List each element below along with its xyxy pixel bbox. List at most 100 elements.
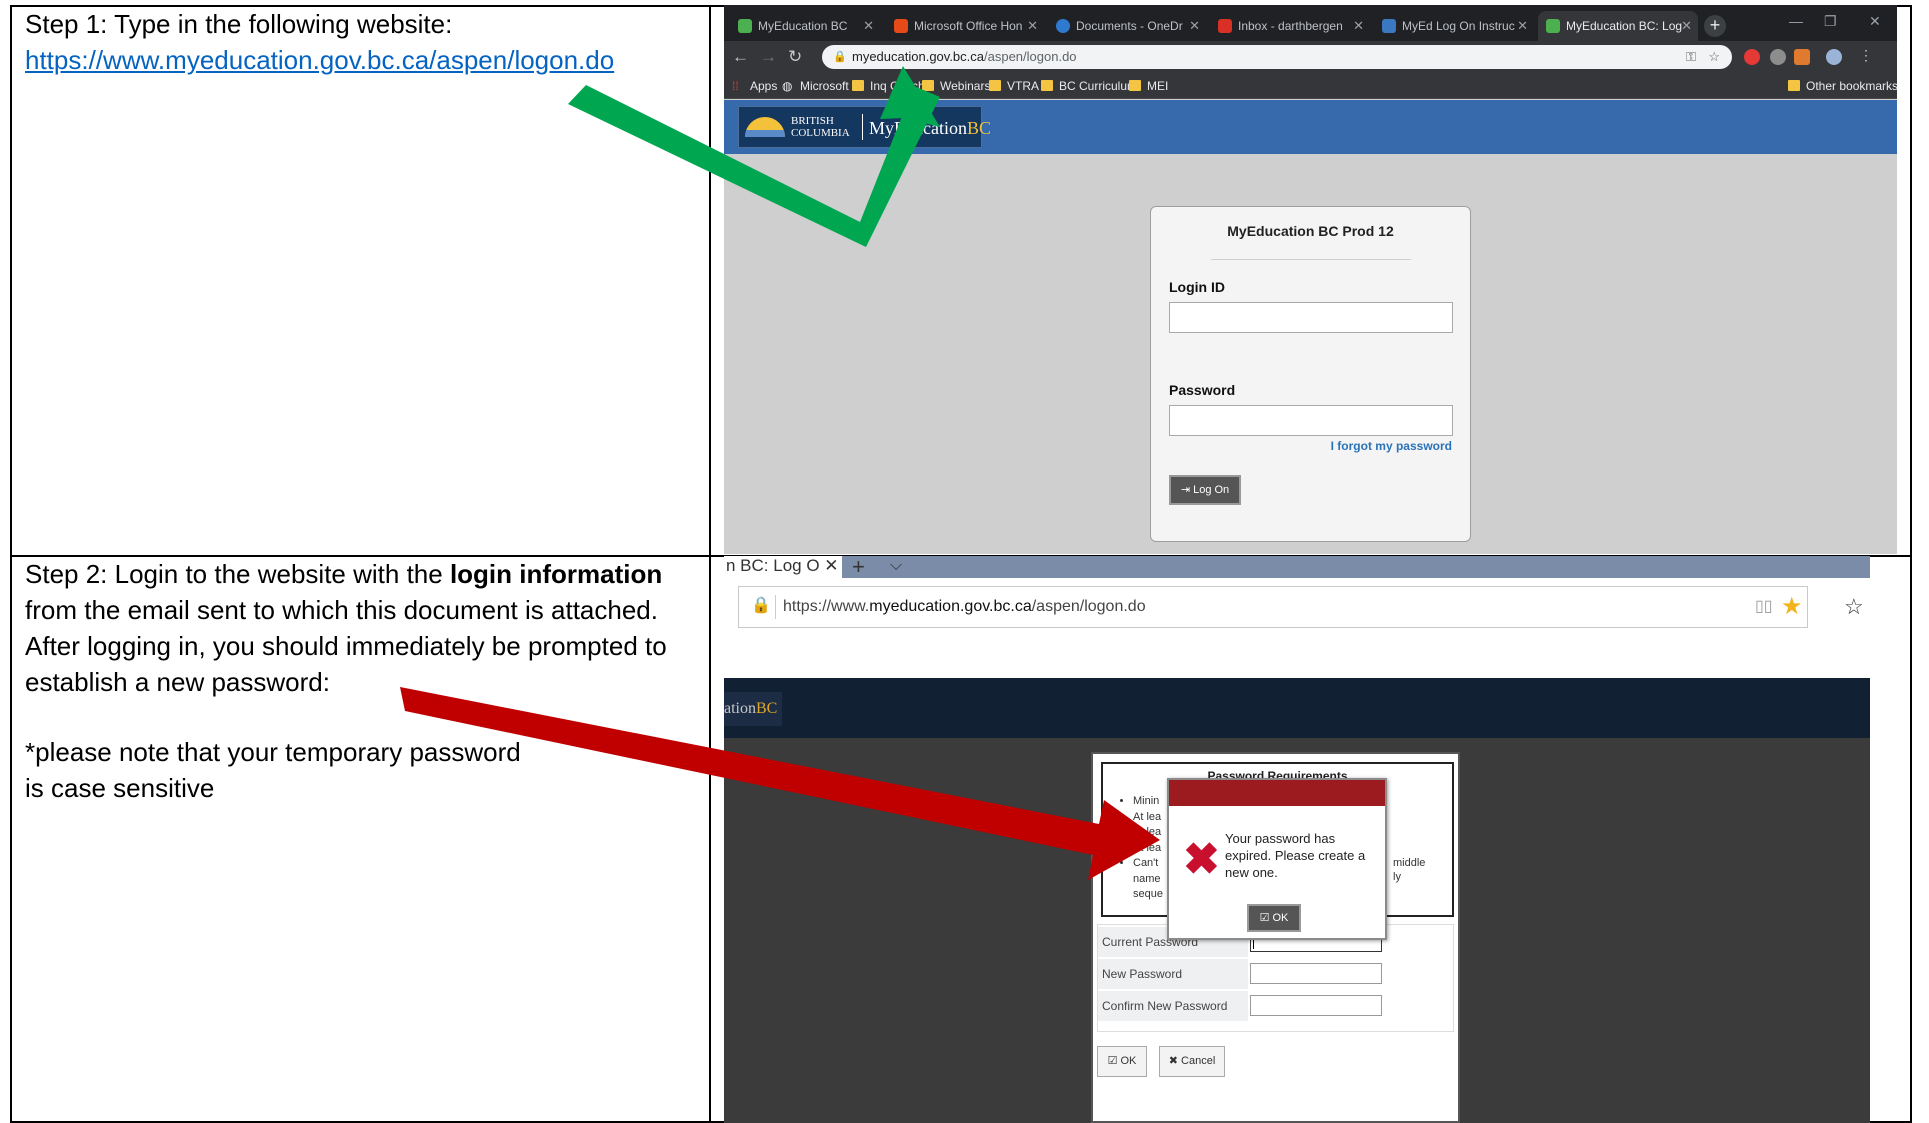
reading-view-icon[interactable]: ▯▯ <box>1755 596 1773 616</box>
forgot-password-link[interactable]: I forgot my password <box>1331 439 1452 453</box>
step2-note: *please note that your temporary passwor… <box>25 734 705 806</box>
tab-close-icon[interactable]: ✕ <box>1353 11 1364 41</box>
favorites-hub-icon[interactable]: ☆ <box>1844 594 1864 620</box>
login-screenshot: MyEducation BC ✕ Microsoft Office Hon ✕ Do… <box>724 5 1897 554</box>
check-icon: ☑ <box>1259 912 1273 924</box>
folder-icon <box>1041 80 1053 91</box>
logo-fragment: ationBC <box>724 692 782 726</box>
new-tab-button[interactable]: + <box>1704 15 1726 37</box>
browser-tab-bar: MyEducation BC ✕ Microsoft Office Hon ✕ Do… <box>724 5 1897 41</box>
requirement-item: At lea <box>1133 825 1163 841</box>
tab-close-icon[interactable]: ✕ <box>1517 11 1528 41</box>
tab-close-icon[interactable]: ✕ <box>1681 11 1692 41</box>
step2-text: Step 2: Login to the website with the lo… <box>25 556 705 700</box>
globe-icon: ◍ <box>782 79 793 93</box>
tab-close-icon[interactable]: ✕ <box>1027 11 1038 41</box>
alert-ok-button[interactable]: ☑ OK <box>1247 904 1301 932</box>
favorite-star-icon[interactable]: ★ <box>1781 592 1803 621</box>
step2-text-b: from the email sent to which this docume… <box>25 595 667 697</box>
requirement-item: Can't <box>1133 856 1163 872</box>
cancel-button[interactable]: ✖ Cancel <box>1159 1046 1225 1077</box>
bookmark-star-icon[interactable]: ☆ <box>1708 45 1720 69</box>
x-icon: ✖ <box>1168 1055 1182 1067</box>
step2-cell: Step 2: Login to the website with the lo… <box>25 556 705 806</box>
requirement-item: seque <box>1133 888 1163 900</box>
login-id-input[interactable] <box>1169 302 1453 333</box>
password-input[interactable] <box>1169 405 1453 436</box>
tab-favicon-icon <box>1056 19 1070 33</box>
bookmark-inq-coach[interactable]: Inq Coach <box>852 77 925 95</box>
bookmark-microsoft[interactable]: ◍ Microsoft <box>782 77 849 95</box>
restore-icon[interactable]: ❐ <box>1824 13 1837 30</box>
key-icon[interactable]: ⚿ <box>1686 45 1696 69</box>
folder-icon <box>1129 80 1141 91</box>
check-icon: ☑ <box>1107 1055 1121 1067</box>
extension-icon[interactable] <box>1794 49 1810 65</box>
extension-icon[interactable] <box>1770 49 1786 65</box>
tab-close-icon[interactable]: ✕ <box>863 11 874 41</box>
password-screenshot: n BC: Log O ✕ + ⌵ 🔒 https://www.myeducat… <box>724 556 1870 1123</box>
extension-icon[interactable] <box>1744 49 1760 65</box>
bc-logo[interactable]: BRITISH COLUMBIA MyEducationBC <box>738 106 991 148</box>
bookmark-bc-curriculum[interactable]: BC Curriculum <box>1041 77 1137 95</box>
ok-button[interactable]: ☑ OK <box>1097 1046 1147 1077</box>
requirement-item: At lea <box>1133 810 1163 826</box>
confirm-password-input[interactable] <box>1250 995 1382 1016</box>
requirement-item: Minin <box>1133 794 1163 810</box>
folder-icon <box>852 80 864 91</box>
browser-tab-3[interactable]: Inbox - darthbergen ✕ <box>1210 11 1370 41</box>
browser2-address-bar[interactable]: 🔒 https://www.myeducation.gov.bc.ca/aspe… <box>738 586 1808 628</box>
bc-sun-icon <box>745 117 785 137</box>
login-card: MyEducation BC Prod 12 Login ID Password… <box>1150 206 1471 542</box>
forward-icon[interactable]: → <box>760 47 777 67</box>
folder-icon <box>989 80 1001 91</box>
table-column-divider <box>709 5 711 1123</box>
myed-header-dark: ationBC <box>724 678 1870 738</box>
chevron-down-icon[interactable]: ⌵ <box>890 557 902 575</box>
browser-tab-4[interactable]: MyEd Log On Instruc ✕ <box>1374 11 1534 41</box>
back-icon[interactable]: ← <box>732 47 749 67</box>
bookmark-vtra[interactable]: VTRA <box>989 77 1039 95</box>
bookmark-apps[interactable]: ⁞⁞ Apps <box>732 77 777 95</box>
minimize-icon[interactable]: — <box>1789 13 1803 29</box>
alert-message: Your password has expired. Please create… <box>1225 831 1366 880</box>
step1-link[interactable]: https://www.myeducation.gov.bc.ca/aspen/… <box>25 45 614 75</box>
note-line2: is case sensitive <box>25 773 215 803</box>
menu-dots-icon[interactable]: ⋮ <box>1859 47 1873 64</box>
requirement-item: name <box>1133 872 1161 885</box>
browser2-tab-strip: n BC: Log O ✕ + ⌵ <box>724 556 1870 580</box>
step2-text-bold: login information <box>449 559 663 589</box>
close-window-icon[interactable]: ✕ <box>1869 13 1881 30</box>
tab-close-icon[interactable]: ✕ <box>1189 11 1200 41</box>
address-bar[interactable]: 🔒 myeducation.gov.bc.ca/aspen/logon.do ⚿… <box>822 45 1732 69</box>
myed-header: BRITISH COLUMBIA MyEducationBC <box>724 100 1897 154</box>
browser-tab-1[interactable]: Microsoft Office Hon ✕ <box>886 11 1044 41</box>
browser-toolbar: ← → ↻ 🔒 myeducation.gov.bc.ca/aspen/logo… <box>724 41 1897 73</box>
browser-tab-2[interactable]: Documents - OneDr ✕ <box>1048 11 1206 41</box>
step2-text-a: Step 2: Login to the website with the <box>25 559 450 589</box>
password-fields: Current Password New Password Confirm Ne… <box>1097 924 1454 1032</box>
bookmark-webinars[interactable]: Webinars <box>922 77 990 95</box>
folder-icon <box>922 80 934 91</box>
bookmark-other[interactable]: Other bookmarks <box>1788 77 1897 95</box>
step1-cell: Step 1: Type in the following website: h… <box>25 6 705 78</box>
note-line1: *please note that your temporary passwor… <box>25 737 521 767</box>
new-tab-icon[interactable]: + <box>852 556 865 580</box>
browser-tab-0[interactable]: MyEducation BC ✕ <box>730 11 880 41</box>
requirements-list: Minin At lea At lea At lea Can't name se… <box>1123 794 1163 903</box>
password-label: Password <box>1169 382 1236 398</box>
browser2-tab[interactable]: n BC: Log O ✕ <box>724 556 842 578</box>
tab-close-icon[interactable]: ✕ <box>824 556 838 575</box>
lock-icon: 🔒 <box>833 51 847 63</box>
bookmark-mei[interactable]: MEI <box>1129 77 1168 95</box>
profile-avatar[interactable] <box>1826 49 1842 65</box>
tab-favicon-icon <box>1218 19 1232 33</box>
logon-button[interactable]: ⇥ Log On <box>1169 475 1241 505</box>
password-expired-alert: ✖ Your password has expired. Please crea… <box>1167 778 1387 940</box>
new-password-input[interactable] <box>1250 963 1382 984</box>
browser-tab-5[interactable]: MyEducation BC: Log ✕ <box>1538 11 1698 41</box>
login-id-label: Login ID <box>1169 279 1225 295</box>
alert-title-bar <box>1169 780 1385 806</box>
requirement-item: At lea <box>1133 841 1163 857</box>
reload-icon[interactable]: ↻ <box>788 47 802 67</box>
